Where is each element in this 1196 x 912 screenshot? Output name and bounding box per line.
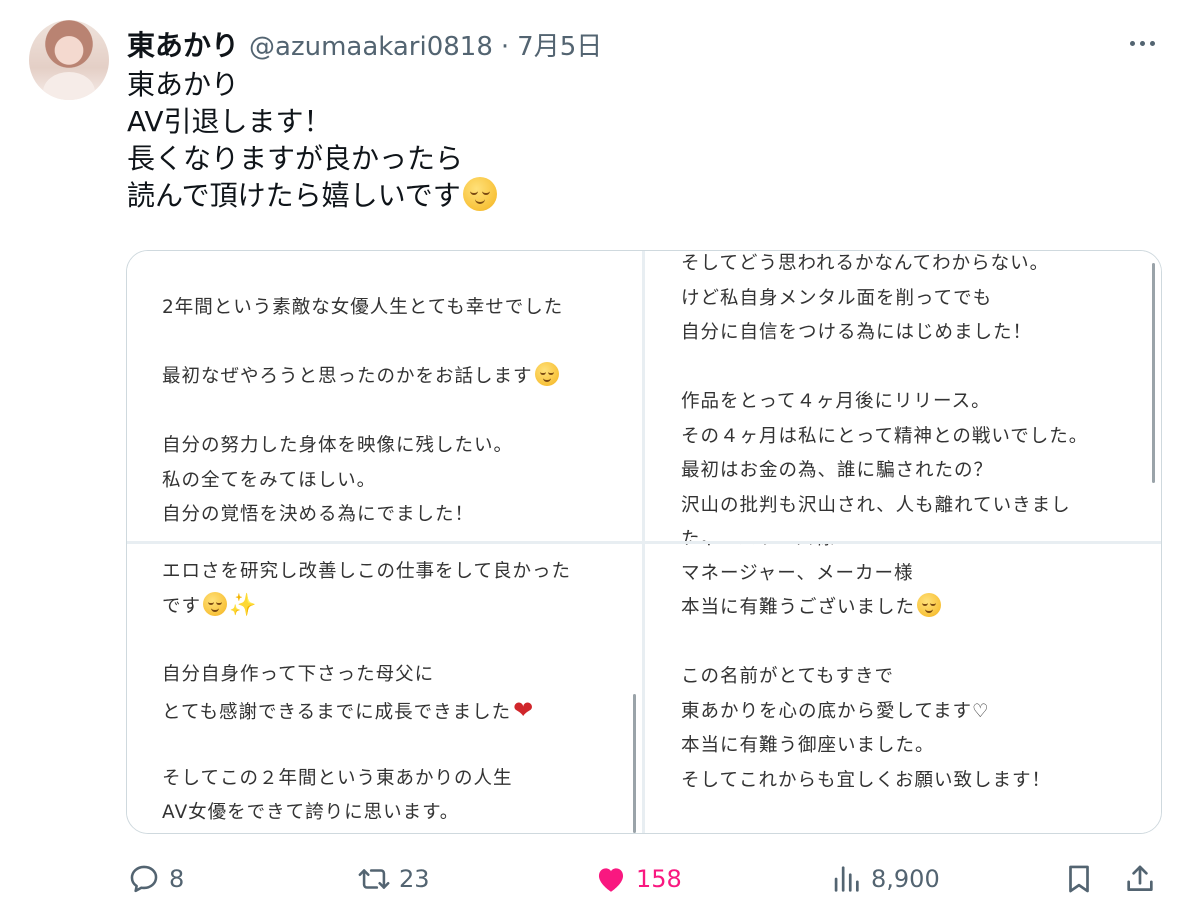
panel-line: AV女優をできて誇りに思います。 xyxy=(162,802,460,823)
panel-line: 作品をよくする為 xyxy=(162,544,571,555)
retweet-icon xyxy=(358,869,390,889)
tweet-text: 東あかり AV引退します！ 長くなりますが良かったら 読んで頂けたら嬉しいです xyxy=(127,66,497,214)
panel-line: そしてこれからも宜しくお願い致します！ xyxy=(681,769,1051,791)
relieved-face-icon xyxy=(462,177,497,211)
tweet-line: 長くなりますが良かったら xyxy=(127,142,464,175)
panel-line: 沢山の批判も沢山され、人も離れていきまし xyxy=(681,494,1071,516)
panel-line: そしてどう思われるかなんてわからない。 xyxy=(681,253,1050,274)
share-icon xyxy=(1127,865,1153,891)
panel-line: た。 xyxy=(681,529,721,541)
panel-line xyxy=(162,395,563,430)
panel-line xyxy=(162,624,571,659)
reply-button[interactable]: 8 xyxy=(127,862,184,896)
panel-line: その４ヶ月は私にとって精神との戦いでした。 xyxy=(681,425,1089,447)
panel-line: 東あかりを心の底から愛してます♡ xyxy=(681,700,990,722)
panel-line: 本当に有難う御座いました。 xyxy=(681,735,935,756)
panel-line: 本当に有難うございました xyxy=(681,597,916,618)
display-name[interactable]: 東あかり xyxy=(127,24,239,64)
like-button[interactable]: 158 xyxy=(594,862,682,896)
tweet-header: 東あかり @azumaakari0818 · 7月5日 xyxy=(127,24,602,63)
panel-line: そしてこの２年間という東あかりの人生 xyxy=(162,767,513,789)
like-count: 158 xyxy=(636,865,682,893)
panel-line: 自分に自信をつける為にはじめました！ xyxy=(681,322,1033,343)
panel-line xyxy=(162,727,571,762)
user-handle[interactable]: @azumaakari0818 xyxy=(249,32,493,62)
panel-line: です xyxy=(162,596,202,617)
action-bar: 8 23 158 8,900 xyxy=(0,856,1196,906)
share-button[interactable] xyxy=(1123,862,1157,896)
panel-line: けど私自身メンタル面を削ってでも xyxy=(681,287,993,309)
panel-line: 2年間という素敵な女優人生とても幸せでした xyxy=(162,297,564,318)
image-panel-4[interactable]: ティーパワーズ様 マネージャー、メーカー様 本当に有難うございました この名前が… xyxy=(645,544,1161,833)
tweet-line: 東あかり xyxy=(127,68,240,101)
panel-line: 自分の覚悟を決める為にでました！ xyxy=(162,504,475,525)
image-grid: 2年間という素敵な女優人生とても幸せでした 最初なぜやろうと思ったのかをお話しま… xyxy=(126,250,1162,834)
image-panel-2[interactable]: そしてどう思われるかなんてわからない。 けど私自身メンタル面を削ってでも 自分に… xyxy=(645,251,1161,541)
retweet-count: 23 xyxy=(399,865,430,893)
reply-count: 8 xyxy=(169,865,185,893)
panel-line: 作品をとって４ヶ月後にリリース。 xyxy=(681,391,991,412)
tweet-line: 読んで頂けたら嬉しいです xyxy=(127,179,461,212)
image-panel-1[interactable]: 2年間という素敵な女優人生とても幸せでした 最初なぜやろうと思ったのかをお話しま… xyxy=(127,251,642,541)
image-panel-3[interactable]: 作品をよくする為 エロさを研究し改善しこの仕事をして良かった です ✨ 自分自身作… xyxy=(127,544,642,833)
panel-line: マネージャー、メーカー様 xyxy=(681,562,914,584)
analytics-icon xyxy=(834,866,859,892)
tweet-date[interactable]: 7月5日 xyxy=(517,26,602,63)
panel-line xyxy=(681,626,1051,661)
relieved-face-icon xyxy=(917,593,942,617)
panel-line: 自分自身作って下さった母父に xyxy=(162,664,435,685)
separator-dot: · xyxy=(500,32,510,62)
panel-line: とても感謝できるまでに成長できました xyxy=(162,701,512,723)
panel-line xyxy=(162,326,563,361)
panel-line: 最初はお金の為、誰に騙されたの？ xyxy=(681,460,994,481)
reply-icon xyxy=(130,865,158,893)
panel-line: エロさを研究し改善しこの仕事をして良かった xyxy=(162,560,571,582)
more-options-icon[interactable] xyxy=(1122,30,1162,56)
panel-line: 私の全てをみてほしい。 xyxy=(162,469,377,491)
scrollbar[interactable] xyxy=(633,694,636,833)
red-heart-icon: ❤ xyxy=(513,695,535,724)
retweet-button[interactable]: 23 xyxy=(357,862,430,896)
heart-icon xyxy=(598,868,624,892)
panel-line: 自分の努力した身体を映像に残したい。 xyxy=(162,435,514,456)
tweet-line: AV引退します！ xyxy=(127,105,332,138)
bookmark-button[interactable] xyxy=(1062,862,1096,896)
avatar[interactable] xyxy=(29,20,109,100)
scrollbar[interactable] xyxy=(1152,263,1155,483)
view-count: 8,900 xyxy=(871,865,940,893)
sparkles-icon: ✨ xyxy=(229,593,258,618)
avatar-figure xyxy=(43,72,95,100)
views-button[interactable]: 8,900 xyxy=(829,862,940,896)
panel-line xyxy=(681,351,1088,386)
panel-line: ティーパワーズ様 xyxy=(681,544,1051,557)
relieved-face-icon xyxy=(534,362,559,386)
grid-divider-horizontal xyxy=(127,541,1161,544)
bookmark-icon xyxy=(1069,865,1089,893)
relieved-face-icon xyxy=(203,592,228,616)
panel-line: この名前がとてもすきで xyxy=(681,666,895,687)
panel-line: 最初なぜやろうと思ったのかをお話します xyxy=(162,366,533,387)
